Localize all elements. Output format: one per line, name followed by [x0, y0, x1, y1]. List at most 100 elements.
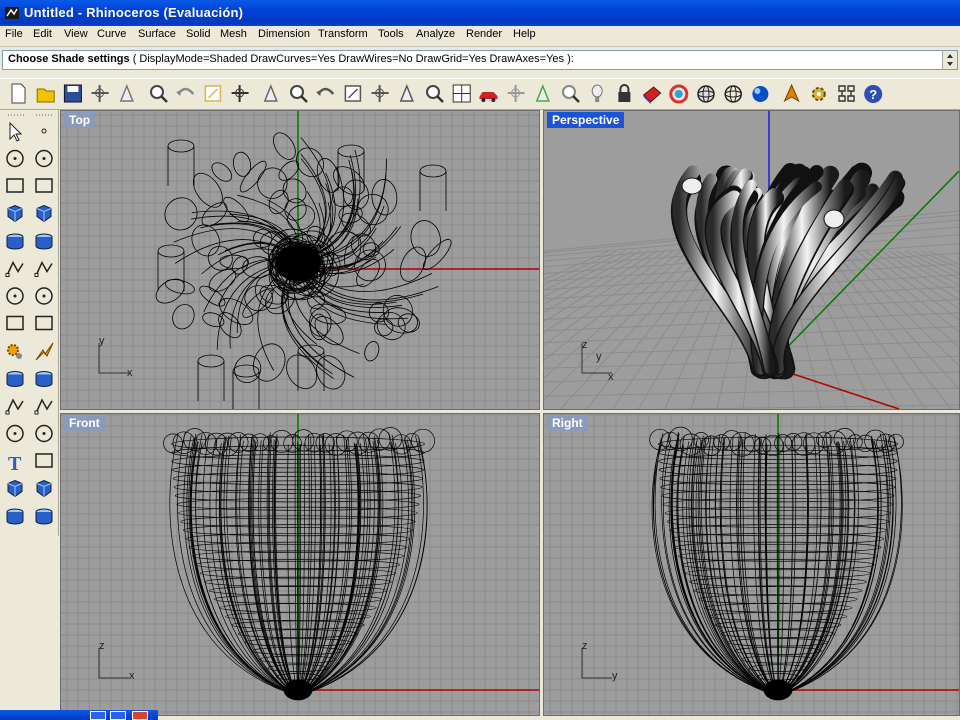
command-prompt[interactable]: Choose Shade settings ( DisplayMode=Shad… [2, 50, 958, 70]
split-icon[interactable] [35, 371, 53, 387]
spheres-icon[interactable] [35, 287, 53, 305]
rectangle-icon[interactable] [36, 204, 52, 223]
shaded-viewport-icon[interactable] [697, 85, 715, 103]
viewport-perspective[interactable]: Perspective x y z [543, 110, 960, 410]
import-icon[interactable] [119, 83, 134, 102]
undo-view-icon[interactable] [426, 85, 444, 103]
four-viewports-icon[interactable] [452, 84, 471, 103]
offset-icon[interactable] [6, 424, 24, 443]
menu-analyze[interactable]: Analyze [416, 28, 455, 40]
menu-curve[interactable]: Curve [97, 28, 126, 40]
explode-icon[interactable] [35, 342, 54, 361]
paste-icon[interactable] [204, 85, 222, 102]
tree-icon[interactable] [838, 85, 855, 102]
menu-file[interactable]: File [5, 28, 23, 40]
axis-x-label: x [608, 371, 614, 383]
open-icon[interactable] [36, 88, 55, 103]
standard-toolbar: ? [0, 78, 960, 110]
top-view-canvas[interactable] [61, 111, 539, 409]
help-icon[interactable]: ? [864, 85, 883, 103]
ellipse-icon[interactable] [35, 178, 53, 193]
pan-icon[interactable] [263, 83, 278, 102]
array-icon[interactable] [7, 479, 23, 498]
shade-icon[interactable] [642, 86, 662, 104]
viewport-top[interactable]: Top x y [60, 110, 540, 410]
settings-icon[interactable] [811, 87, 826, 101]
zoom-extents-icon[interactable] [371, 85, 389, 102]
viewport-title-top[interactable]: Top [64, 112, 96, 128]
transform-icon[interactable] [35, 453, 53, 468]
arc-icon[interactable] [7, 204, 23, 223]
cut-icon[interactable] [150, 85, 168, 103]
select-icon[interactable] [9, 121, 23, 142]
offset-surface-icon[interactable] [35, 424, 53, 443]
dimension-icon[interactable] [35, 508, 53, 525]
gear-icon[interactable] [7, 344, 22, 359]
boolean-icon[interactable] [5, 398, 24, 415]
copy-icon[interactable] [176, 87, 195, 96]
zoom-selected-icon[interactable] [399, 83, 414, 102]
extrude-icon[interactable] [34, 260, 53, 277]
menu-dimension[interactable]: Dimension [258, 28, 310, 40]
grid-icon[interactable] [507, 85, 525, 102]
viewport-right[interactable]: Right y z [543, 413, 960, 716]
fillet-curve-icon[interactable] [35, 233, 53, 250]
arrow-tool-icon[interactable] [783, 83, 800, 103]
menu-bar: File Edit View Curve Surface Solid Mesh … [0, 26, 960, 47]
box-icon[interactable] [6, 287, 24, 305]
menu-solid[interactable]: Solid [186, 28, 210, 40]
menu-help[interactable]: Help [513, 28, 536, 40]
curve-edit-icon[interactable] [35, 149, 53, 168]
light-icon[interactable] [591, 84, 603, 102]
points-icon[interactable] [562, 85, 580, 103]
text-icon[interactable]: T [8, 453, 22, 475]
polyline-icon[interactable] [6, 149, 24, 168]
menu-surface[interactable]: Surface [138, 28, 176, 40]
new-icon[interactable] [11, 83, 26, 104]
menu-transform[interactable]: Transform [318, 28, 368, 40]
menu-tools[interactable]: Tools [378, 28, 404, 40]
wireframe-viewport-icon[interactable] [724, 85, 742, 103]
viewport-title-right[interactable]: Right [547, 415, 588, 431]
trim-icon[interactable] [6, 371, 24, 387]
menu-render[interactable]: Render [466, 28, 502, 40]
undo-icon[interactable] [231, 85, 249, 102]
surface-icon[interactable] [5, 260, 24, 277]
title-bar[interactable]: Untitled - Rhinoceros (Evaluación) [0, 0, 960, 26]
point-icon[interactable] [41, 128, 47, 134]
car-icon[interactable] [479, 92, 498, 102]
viewport-front[interactable]: Front x z [60, 413, 540, 716]
perspective-view-canvas[interactable] [544, 111, 959, 409]
color-wheel-icon[interactable] [669, 84, 689, 104]
zoom-dynamic-icon[interactable] [316, 87, 335, 96]
minimized-window[interactable] [0, 710, 158, 720]
plane-icon[interactable] [35, 315, 53, 331]
menu-view[interactable]: View [64, 28, 88, 40]
polygon-icon[interactable] [6, 233, 24, 250]
cylinder-icon[interactable] [6, 315, 24, 331]
viewport-title-perspective[interactable]: Perspective [547, 112, 625, 128]
group-icon[interactable] [34, 398, 53, 415]
rotate-view-icon[interactable] [290, 85, 308, 103]
scale-icon[interactable] [36, 479, 52, 498]
viewport-title-front[interactable]: Front [64, 415, 105, 431]
circle-icon[interactable] [6, 178, 24, 193]
command-options[interactable]: ( DisplayMode=Shaded DrawCurves=Yes Draw… [133, 53, 574, 65]
cplane-icon[interactable] [535, 83, 550, 102]
menu-edit[interactable]: Edit [33, 28, 52, 40]
render-sphere-icon[interactable] [752, 86, 769, 102]
close-button[interactable] [132, 711, 148, 720]
minimize-button[interactable] [90, 711, 106, 720]
save-icon[interactable] [63, 84, 82, 103]
axis-z-label: z [99, 640, 105, 652]
updown-arrow-icon [947, 54, 953, 66]
zoom-window-icon[interactable] [344, 85, 362, 102]
print-icon[interactable] [91, 85, 109, 102]
solid-icon[interactable] [6, 508, 24, 525]
right-view-canvas[interactable] [544, 414, 959, 715]
axis-y-label: y [596, 351, 602, 363]
command-history-scroll[interactable] [942, 51, 957, 69]
maximize-button[interactable] [110, 711, 126, 720]
menu-mesh[interactable]: Mesh [220, 28, 247, 40]
lock-icon[interactable] [618, 84, 631, 102]
